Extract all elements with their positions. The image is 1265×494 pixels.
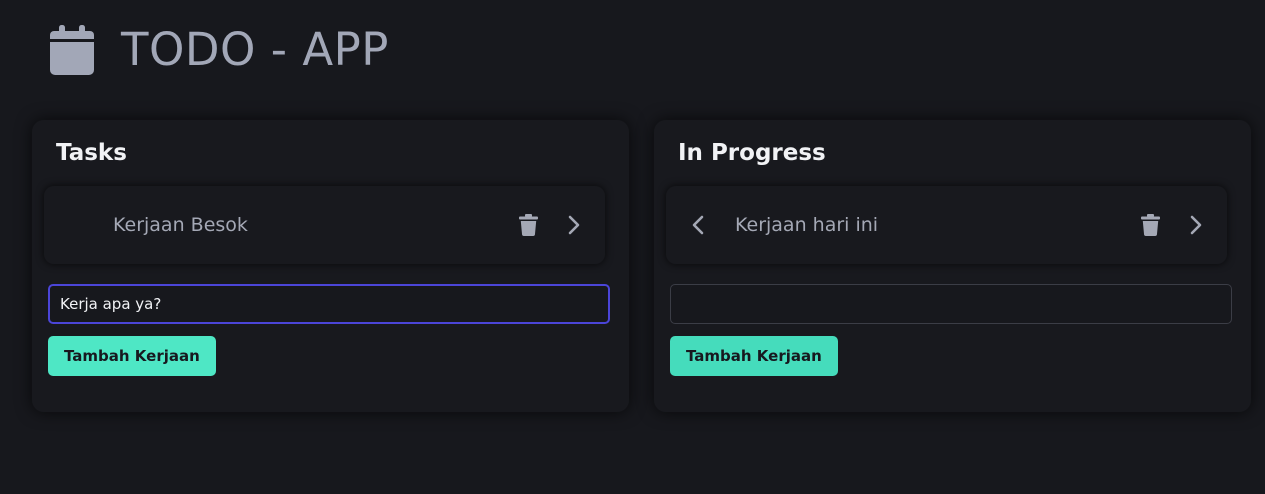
todo-app: TODO - APP Tasks Kerjaan Besok Tambah Ke… — [0, 0, 1265, 494]
move-next-button[interactable] — [1181, 210, 1211, 240]
column-title: In Progress — [678, 140, 826, 166]
chevron-right-icon — [1190, 215, 1202, 235]
task-text: Kerjaan hari ini — [735, 214, 879, 236]
column-in-progress: In Progress Kerjaan hari ini Tambah Kerj… — [654, 120, 1251, 412]
trash-icon — [518, 214, 538, 236]
new-task-input[interactable] — [48, 284, 610, 324]
app-header: TODO - APP — [50, 22, 389, 78]
trash-icon — [1140, 214, 1160, 236]
move-prev-button[interactable] — [683, 210, 713, 240]
app-title: TODO - APP — [121, 23, 389, 76]
add-task-button[interactable]: Tambah Kerjaan — [670, 336, 838, 376]
move-next-button[interactable] — [559, 210, 589, 240]
task-card: Kerjaan Besok — [44, 186, 605, 264]
delete-task-button[interactable] — [513, 210, 543, 240]
task-card: Kerjaan hari ini — [666, 186, 1227, 264]
chevron-right-icon — [568, 215, 580, 235]
task-text: Kerjaan Besok — [113, 214, 248, 236]
new-task-input[interactable] — [670, 284, 1232, 324]
chevron-left-icon — [692, 215, 704, 235]
delete-task-button[interactable] — [1135, 210, 1165, 240]
column-title: Tasks — [56, 140, 127, 166]
column-tasks: Tasks Kerjaan Besok Tambah Kerjaan — [32, 120, 629, 412]
calendar-icon — [50, 25, 94, 75]
add-task-button[interactable]: Tambah Kerjaan — [48, 336, 216, 376]
